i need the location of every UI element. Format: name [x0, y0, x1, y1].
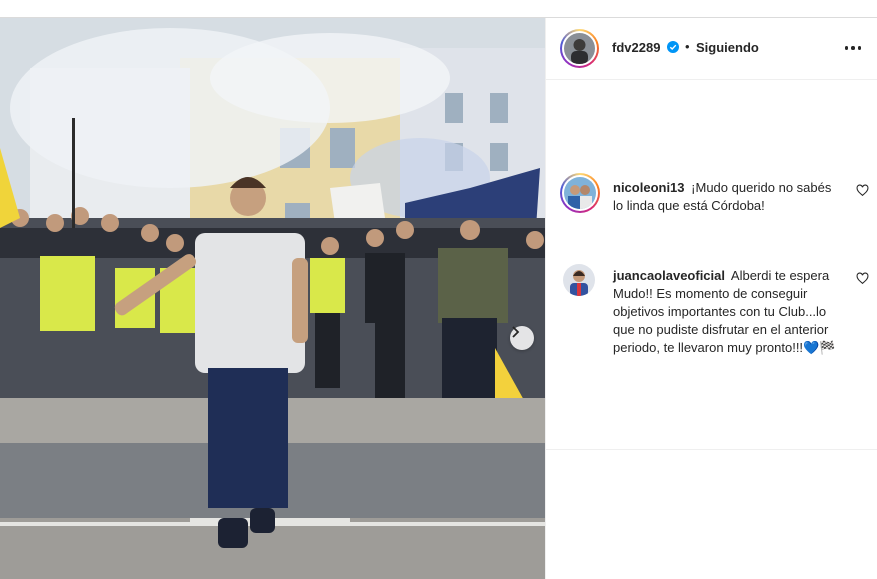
post-photo[interactable]: [0, 18, 545, 579]
more-options-icon[interactable]: [843, 38, 863, 58]
next-photo-button[interactable]: [510, 326, 534, 350]
commenter-avatar-image: [564, 177, 596, 209]
commenter-avatar[interactable]: [560, 173, 600, 213]
comment-username[interactable]: nicoleoni13: [613, 180, 685, 195]
chevron-right-icon: [512, 326, 520, 338]
top-strip: [0, 0, 877, 18]
following-button[interactable]: Siguiendo: [696, 40, 759, 55]
author-avatar[interactable]: [560, 29, 599, 68]
heart-outline-icon[interactable]: [856, 184, 869, 197]
heart-outline-icon[interactable]: [856, 272, 869, 285]
actions-divider: [546, 449, 877, 450]
comment-text-block: juancaolaveoficial Alberdi te espera Mud…: [613, 267, 843, 357]
comment-username[interactable]: juancaolaveoficial: [613, 268, 725, 283]
author-username[interactable]: fdv2289: [612, 40, 660, 55]
post-header: fdv2289 • Siguiendo: [546, 18, 877, 80]
comment-text-block: nicoleoni13 ¡Mudo querido no sabés lo li…: [613, 179, 843, 215]
separator-dot: •: [685, 39, 690, 54]
photo-scene: [0, 18, 545, 579]
verified-badge-icon: [667, 41, 679, 53]
commenter-avatar[interactable]: [560, 261, 600, 301]
post-sidebar: fdv2289 • Siguiendo nicoleoni13 ¡Mudo qu…: [545, 18, 877, 579]
commenter-avatar-image: [563, 264, 595, 296]
author-avatar-image: [564, 33, 595, 64]
